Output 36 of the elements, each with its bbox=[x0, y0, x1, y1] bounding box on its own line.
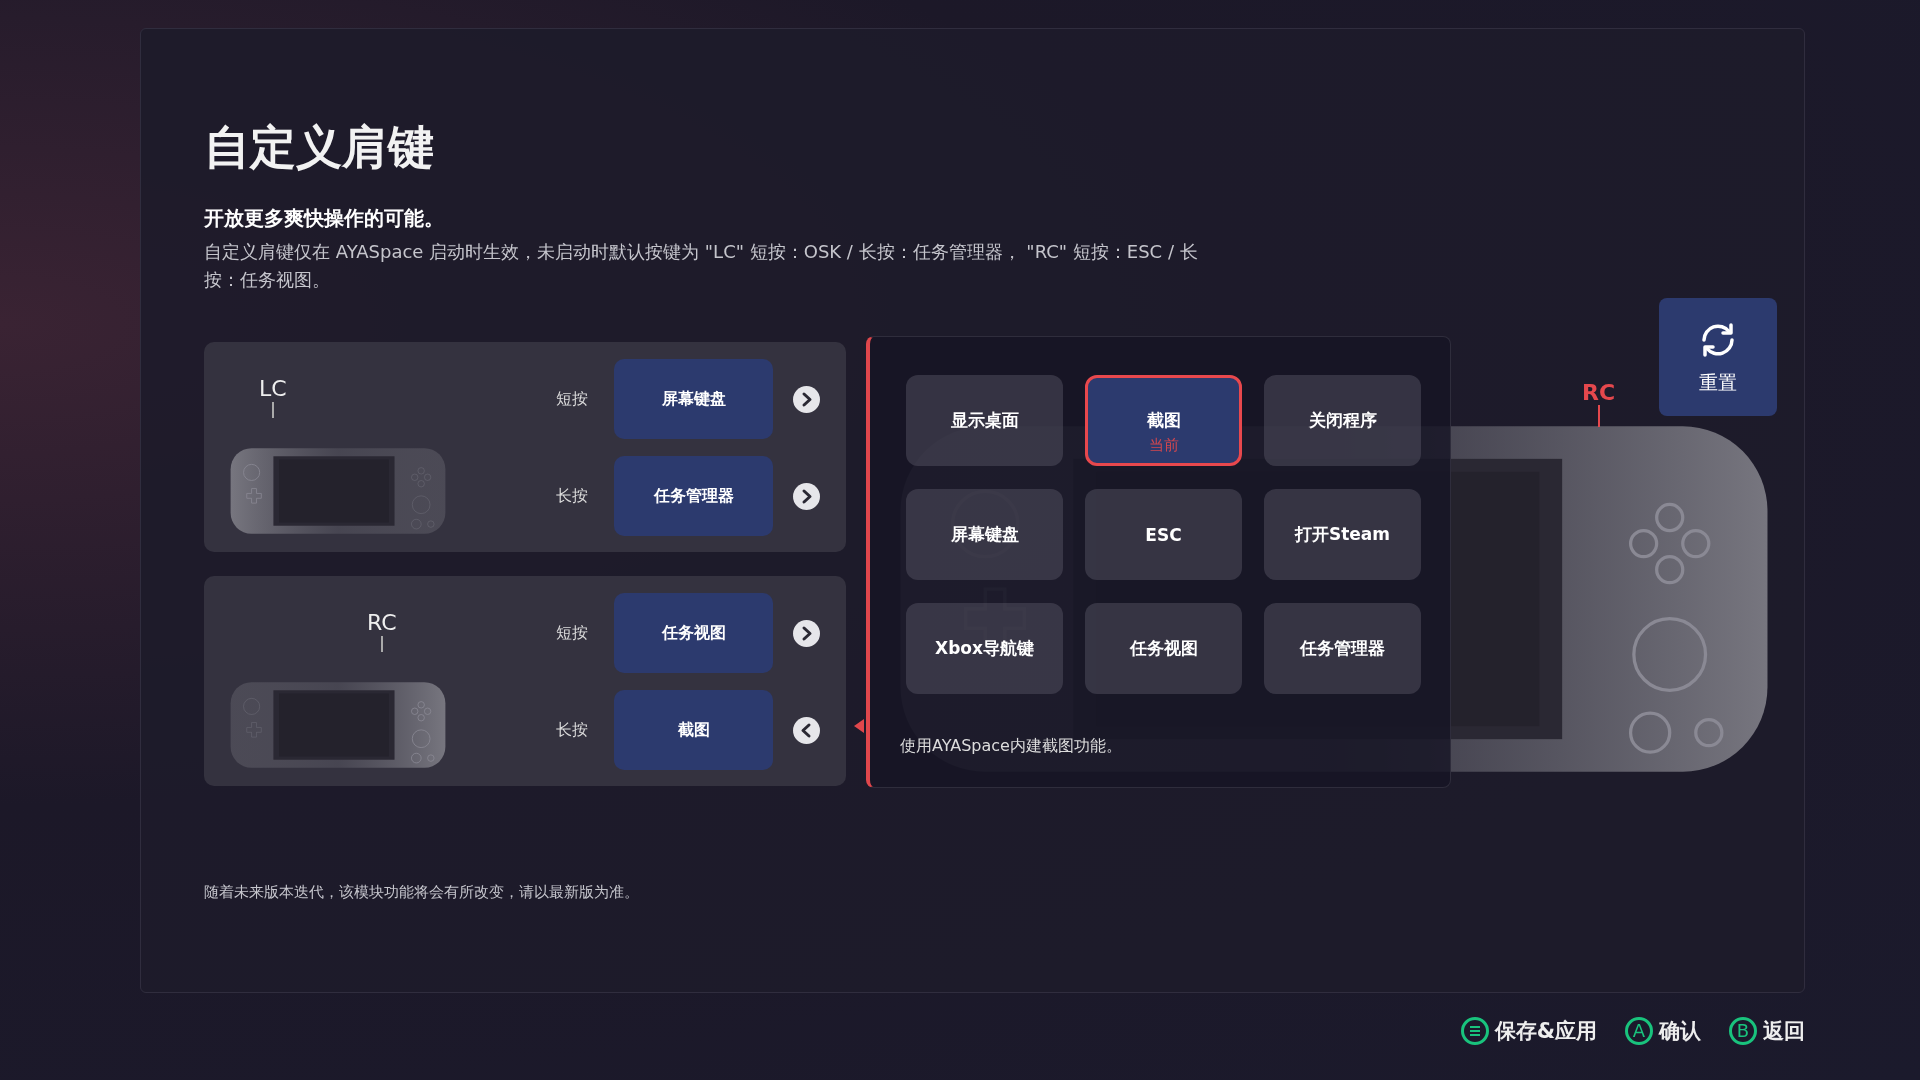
option-tile[interactable]: 打开Steam bbox=[1264, 489, 1421, 580]
menu-button-icon bbox=[1460, 1017, 1489, 1045]
chevron-right-icon[interactable] bbox=[793, 619, 820, 647]
chevron-left-icon[interactable] bbox=[793, 716, 820, 744]
controller-button-glyph: A bbox=[1625, 1017, 1653, 1045]
controller-button-glyph: B bbox=[1729, 1017, 1757, 1045]
hint-label: 返回 bbox=[1763, 1018, 1805, 1045]
description: 自定义肩键仅在 AYASpace 启动时生效，未启动时默认按键为 "LC" 短按：OSK / 长按：任务管理器， "RC" 短按：ESC / 长按：任务视图。 bbox=[204, 240, 1199, 292]
button-callout-label: LC bbox=[259, 376, 287, 402]
action-select-button[interactable]: 屏幕键盘 bbox=[614, 359, 773, 439]
page-title: 自定义肩键 bbox=[204, 119, 435, 176]
footer-note: 随着未来版本迭代，该模块功能将会有所改变，请以最新版为准。 bbox=[204, 883, 640, 902]
button-callout-label: RC bbox=[367, 610, 397, 636]
option-tile[interactable]: 关闭程序 bbox=[1264, 375, 1421, 466]
press-type-label: 短按 bbox=[556, 388, 589, 410]
press-type-label: 长按 bbox=[556, 719, 589, 741]
chevron-right-icon[interactable] bbox=[793, 385, 820, 413]
option-tile[interactable]: 屏幕键盘 bbox=[906, 489, 1063, 580]
action-description: 使用AYASpace内建截图功能。 bbox=[900, 736, 1123, 757]
hint-label: 确认 bbox=[1659, 1018, 1701, 1045]
hint-label: 保存&应用 bbox=[1494, 1018, 1597, 1045]
chevron-right-icon[interactable] bbox=[793, 482, 820, 510]
option-tile[interactable]: Xbox导航键 bbox=[906, 603, 1063, 694]
press-type-label: 长按 bbox=[556, 485, 589, 507]
press-type-label: 短按 bbox=[556, 622, 589, 644]
option-tile[interactable]: 显示桌面 bbox=[906, 375, 1063, 466]
option-tile[interactable]: ESC bbox=[1085, 489, 1242, 580]
action-select-button[interactable]: 任务视图 bbox=[614, 593, 773, 673]
action-select-button[interactable]: 截图 bbox=[614, 690, 773, 770]
option-tile[interactable]: 任务视图 bbox=[1085, 603, 1242, 694]
option-tile[interactable]: 任务管理器 bbox=[1264, 603, 1421, 694]
button-callout-label: RC bbox=[1582, 380, 1616, 405]
subtitle: 开放更多爽快操作的可能。 bbox=[204, 205, 445, 232]
reset-button[interactable]: 重置 bbox=[1659, 298, 1777, 416]
option-tile[interactable]: 截图 当前 bbox=[1085, 375, 1242, 466]
action-select-button[interactable]: 任务管理器 bbox=[614, 456, 773, 536]
